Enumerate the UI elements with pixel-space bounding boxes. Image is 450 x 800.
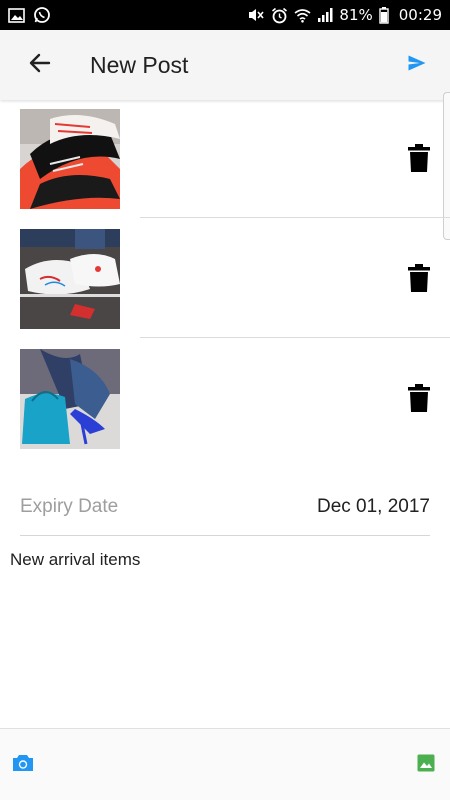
row-divider	[140, 217, 450, 218]
delete-button[interactable]	[404, 383, 434, 417]
mute-icon	[247, 7, 265, 23]
back-button[interactable]	[10, 30, 70, 100]
app-bar: New Post	[0, 30, 450, 100]
trash-icon	[408, 143, 430, 177]
delete-button[interactable]	[404, 143, 434, 177]
whatsapp-icon	[33, 6, 51, 24]
page-title: New Post	[90, 51, 189, 78]
alarm-icon	[271, 7, 288, 24]
status-bar: 81% 00:29	[0, 0, 450, 30]
camera-icon	[12, 754, 34, 777]
image-row	[0, 220, 450, 340]
trash-icon	[408, 263, 430, 297]
send-button[interactable]	[392, 30, 442, 100]
trash-icon	[408, 383, 430, 417]
battery-percent: 81%	[339, 6, 373, 24]
gallery-icon	[417, 754, 435, 777]
expiry-date-value[interactable]: Dec 01, 2017	[317, 496, 430, 518]
delete-button[interactable]	[404, 263, 434, 297]
camera-button[interactable]	[10, 753, 36, 777]
caption-input[interactable]: New arrival items	[10, 550, 440, 570]
battery-icon	[379, 6, 389, 24]
post-image-2[interactable]	[20, 229, 120, 329]
expiry-date-label: Expiry Date	[20, 496, 119, 517]
bottom-toolbar	[0, 728, 450, 800]
expiry-date-row[interactable]: Expiry Date Dec 01, 2017	[20, 492, 430, 522]
clock: 00:29	[398, 6, 442, 24]
image-row	[0, 340, 450, 460]
post-image-3[interactable]	[20, 349, 120, 449]
row-divider	[140, 337, 450, 338]
send-icon	[408, 55, 426, 76]
expiry-divider	[20, 535, 430, 536]
wifi-icon	[294, 8, 311, 23]
arrow-left-icon	[29, 53, 51, 78]
image-row	[0, 100, 450, 220]
signal-icon	[317, 7, 333, 23]
gallery-button[interactable]	[414, 753, 438, 777]
post-image-1[interactable]	[20, 109, 120, 209]
image-icon	[8, 7, 25, 23]
